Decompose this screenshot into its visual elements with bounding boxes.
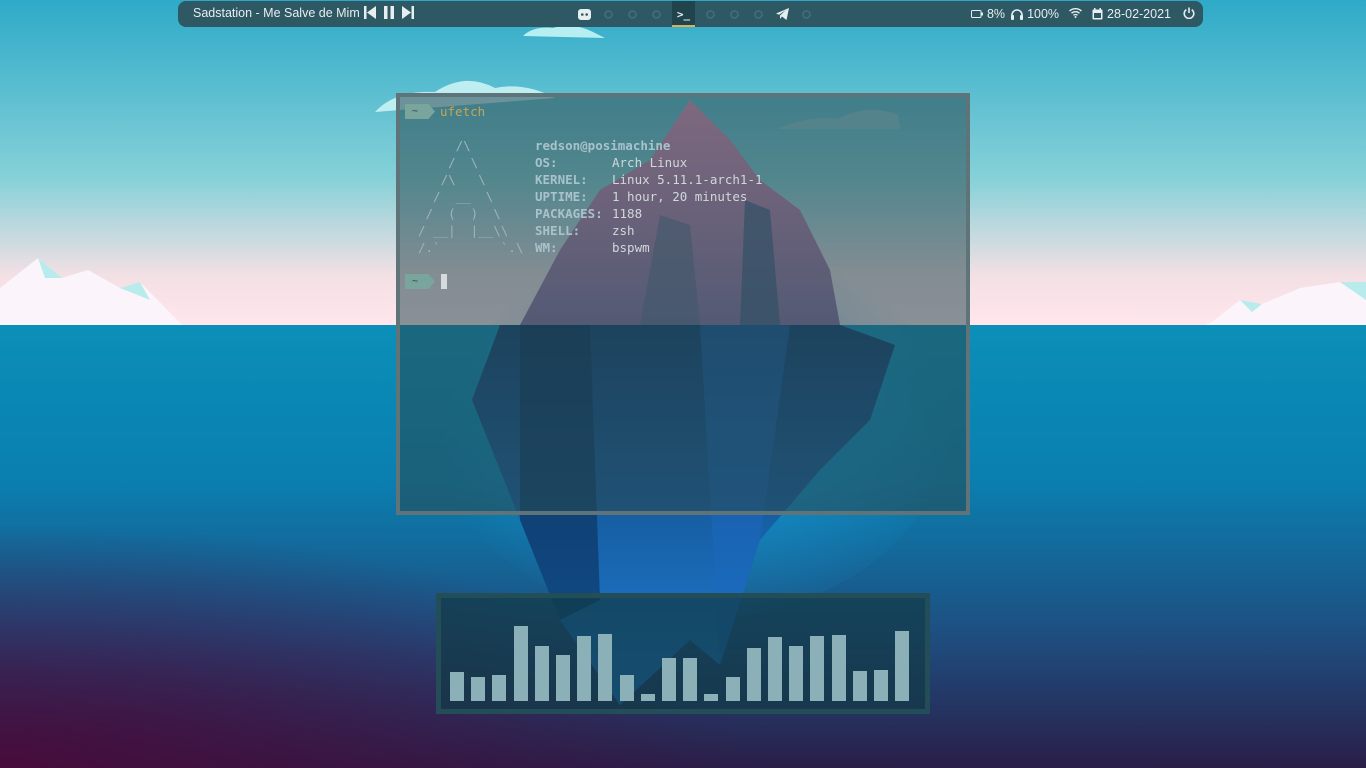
workspace-switcher: >_ bbox=[576, 1, 815, 27]
workspace-5-terminal-icon[interactable]: >_ bbox=[672, 1, 695, 27]
info-row-packages: PACKAGES: 1188 bbox=[535, 206, 643, 221]
visualizer-bar bbox=[450, 672, 464, 701]
visualizer-bar bbox=[789, 646, 804, 701]
wifi-icon[interactable] bbox=[1069, 7, 1083, 21]
visualizer-bar bbox=[471, 677, 486, 701]
pause-icon[interactable] bbox=[383, 6, 395, 19]
workspace-4[interactable] bbox=[648, 6, 665, 23]
headphones-icon bbox=[1011, 8, 1024, 20]
date-indicator[interactable]: 28-02-2021 bbox=[1092, 7, 1171, 21]
info-row-uptime: UPTIME: 1 hour, 20 minutes bbox=[535, 189, 748, 204]
volume-level: 100% bbox=[1027, 7, 1060, 21]
user-host: redson@posimachine bbox=[535, 138, 671, 153]
empty-workspace-icon bbox=[730, 9, 739, 19]
workspace-2[interactable] bbox=[600, 6, 617, 23]
visualizer-bar bbox=[619, 675, 634, 701]
volume-indicator[interactable]: 100% bbox=[1011, 7, 1059, 21]
visualizer-bar bbox=[874, 670, 888, 701]
empty-workspace-icon bbox=[754, 9, 763, 19]
calendar-icon bbox=[1092, 8, 1103, 20]
status-area: 8% 100% 28-02-2021 bbox=[970, 1, 1195, 27]
visualizer-bar bbox=[640, 694, 655, 701]
empty-workspace-icon bbox=[802, 9, 811, 19]
terminal-window[interactable]: ~ ufetch /\ / \ /\ \ / __ \ / ( ) \ / __… bbox=[396, 93, 970, 515]
visualizer-bar bbox=[534, 646, 549, 701]
visualizer-bar bbox=[768, 637, 782, 701]
prompt-arrow: ~ bbox=[405, 104, 435, 119]
top-bar: Sadstation - Me Salve de Mim >_ 8% 100% … bbox=[178, 1, 1203, 27]
visualizer-bar bbox=[513, 626, 528, 701]
date-text: 28-02-2021 bbox=[1107, 7, 1171, 21]
visualizer-bar bbox=[556, 655, 570, 701]
workspace-6[interactable] bbox=[702, 6, 719, 23]
media-controls bbox=[364, 6, 414, 19]
info-row-kernel: KERNEL: Linux 5.11.1-arch1-1 bbox=[535, 172, 763, 187]
visualizer-bar bbox=[662, 658, 676, 701]
visualizer-bar bbox=[746, 648, 761, 701]
empty-workspace-icon bbox=[652, 9, 661, 19]
now-playing-title: Sadstation - Me Salve de Mim bbox=[193, 6, 360, 20]
visualizer-bar bbox=[831, 635, 846, 701]
empty-workspace-icon bbox=[604, 9, 613, 19]
visualizer-bars bbox=[450, 601, 920, 701]
info-row-os: OS: Arch Linux bbox=[535, 155, 688, 170]
info-row-wm: WM: bspwm bbox=[535, 240, 650, 255]
workspace-7[interactable] bbox=[726, 6, 743, 23]
empty-workspace-icon bbox=[706, 9, 715, 19]
visualizer-bar bbox=[852, 671, 867, 701]
power-icon[interactable] bbox=[1183, 7, 1195, 22]
visualizer-bar bbox=[683, 658, 698, 701]
terminal-icon: >_ bbox=[676, 7, 691, 21]
workspace-10[interactable] bbox=[798, 6, 815, 23]
visualizer-bar bbox=[492, 675, 507, 701]
system-info: redson@posimachine OS: Arch Linux KERNEL:… bbox=[535, 137, 763, 256]
command-prompt: ~ ufetch bbox=[405, 104, 485, 119]
workspace-3[interactable] bbox=[624, 6, 641, 23]
prompt-arrow: ~ bbox=[405, 274, 435, 289]
command-text: ufetch bbox=[440, 104, 486, 119]
arch-logo-ascii: /\ / \ /\ \ / __ \ / ( ) \ / __| |__\\ /… bbox=[418, 138, 524, 255]
workspace-9-telegram-icon[interactable] bbox=[774, 6, 791, 23]
visualizer-bar bbox=[704, 694, 719, 701]
next-icon[interactable] bbox=[402, 6, 414, 19]
audio-visualizer bbox=[436, 593, 930, 714]
battery-indicator[interactable]: 8% bbox=[970, 7, 1006, 21]
workspace-8[interactable] bbox=[750, 6, 767, 23]
visualizer-bar bbox=[895, 631, 910, 701]
empty-workspace-icon bbox=[628, 9, 637, 19]
workspace-1-discord-icon[interactable] bbox=[576, 6, 593, 23]
battery-level: 8% bbox=[986, 7, 1006, 21]
info-row-shell: SHELL: zsh bbox=[535, 223, 635, 238]
visualizer-bar bbox=[810, 636, 825, 701]
visualizer-bar bbox=[598, 634, 613, 701]
text-cursor bbox=[441, 274, 447, 289]
previous-icon[interactable] bbox=[364, 6, 376, 19]
visualizer-bar bbox=[725, 677, 740, 701]
battery-icon bbox=[970, 10, 983, 18]
active-prompt[interactable]: ~ bbox=[405, 274, 447, 289]
visualizer-bar bbox=[577, 636, 592, 701]
